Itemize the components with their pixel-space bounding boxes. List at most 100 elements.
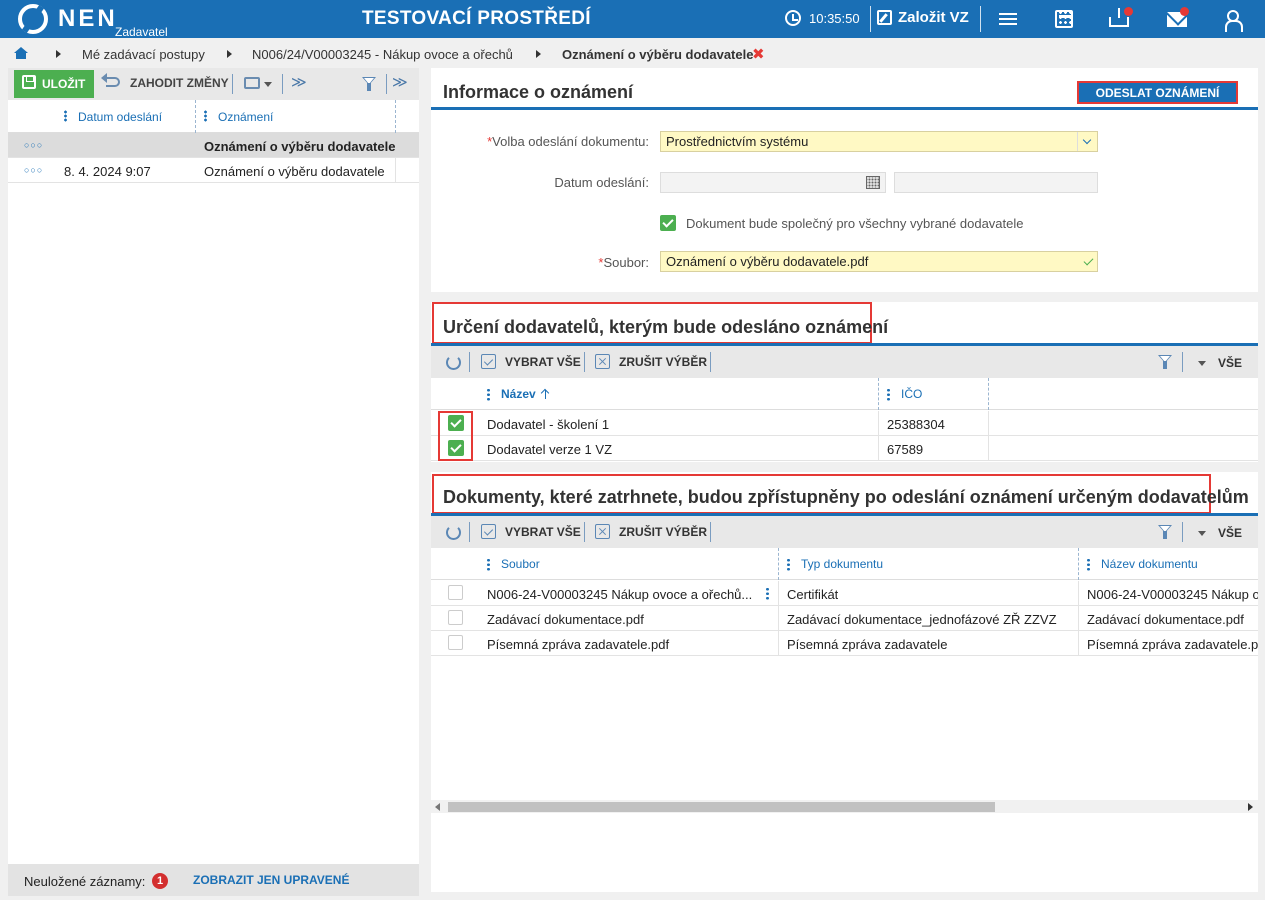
chevron-down-icon[interactable] [1077, 132, 1097, 151]
collapse-panel-icon[interactable]: ≫ [392, 73, 408, 91]
refresh-icon[interactable] [446, 355, 461, 370]
column-header-notice[interactable]: Oznámení [218, 110, 273, 124]
edit-icon [877, 10, 892, 25]
view-all-dropdown[interactable]: VŠE [1218, 356, 1242, 370]
row-menu-icon[interactable]: ○○○ [24, 165, 43, 175]
close-tab-icon[interactable]: ✖ [752, 45, 765, 63]
table-row[interactable]: Dodavatel - školení 1 25388304 [431, 411, 1258, 436]
deselect-icon [595, 354, 610, 369]
send-notice-button[interactable]: ODESLAT OZNÁMENÍ [1077, 81, 1238, 104]
create-vz-button[interactable]: Založit VZ [877, 9, 969, 26]
inbox-tray-icon[interactable] [1109, 17, 1129, 27]
list-item[interactable]: ○○○ Oznámení o výběru dodavatele [8, 133, 419, 158]
column-menu-icon[interactable] [487, 388, 490, 401]
column-divider[interactable] [778, 548, 779, 580]
column-header-ico[interactable]: IČO [901, 387, 922, 401]
more-actions-icon[interactable]: ≫ [291, 73, 307, 91]
table-row[interactable]: N006-24-V00003245 Nákup ovoce a ořechů..… [431, 581, 1258, 606]
menu-icon[interactable] [999, 10, 1019, 30]
logo-mark-icon [18, 4, 48, 34]
column-header-file[interactable]: Soubor [501, 557, 540, 571]
table-row[interactable]: Zadávací dokumentace.pdf Zadávací dokume… [431, 606, 1258, 631]
column-header-name[interactable]: Název [501, 387, 536, 401]
send-method-select[interactable]: Prostřednictvím systému [660, 131, 1098, 152]
notification-dot [1124, 7, 1133, 16]
column-menu-icon[interactable] [204, 110, 207, 122]
deselect-button[interactable]: ZRUŠIT VÝBĚR [619, 525, 707, 539]
logo-text: NEN [58, 5, 118, 32]
refresh-icon[interactable] [446, 525, 461, 540]
section-title: Informace o oznámení [443, 82, 634, 102]
toolbar-separator [469, 352, 470, 372]
horizontal-scrollbar[interactable] [431, 800, 1258, 813]
column-divider[interactable] [395, 100, 396, 133]
header-divider [870, 6, 871, 32]
list-item[interactable]: ○○○ 8. 4. 2024 9:07 Oznámení o výběru do… [8, 158, 419, 183]
column-menu-icon[interactable] [787, 558, 790, 571]
column-divider[interactable] [195, 100, 196, 133]
file-value: Oznámení o výběru dodavatele.pdf [666, 254, 869, 269]
toolbar-separator [1182, 352, 1183, 372]
column-header-doc-type[interactable]: Typ dokumentu [801, 557, 883, 571]
show-edited-link[interactable]: ZOBRAZIT JEN UPRAVENÉ [193, 873, 349, 887]
mail-notification-dot [1180, 7, 1189, 16]
column-menu-icon[interactable] [487, 558, 490, 571]
column-header-date[interactable]: Datum odeslání [78, 110, 162, 124]
scroll-left-icon[interactable] [435, 803, 440, 811]
file-field[interactable]: Oznámení o výběru dodavatele.pdf [660, 251, 1098, 272]
view-dropdown-caret-icon[interactable] [1198, 531, 1206, 536]
scrollbar-thumb[interactable] [448, 802, 995, 812]
nen-logo[interactable]: NEN [18, 4, 118, 34]
calculator-icon[interactable] [1055, 10, 1073, 28]
breadcrumb-item[interactable]: N006/24/V00003245 - Nákup ovoce a ořechů [252, 47, 513, 62]
column-divider[interactable] [1078, 548, 1079, 580]
column-divider[interactable] [878, 378, 879, 410]
print-dropdown-caret-icon[interactable] [264, 82, 272, 87]
grid-divider [878, 411, 879, 461]
breadcrumb-item[interactable]: Mé zadávací postupy [82, 47, 205, 62]
row-checkbox[interactable] [448, 635, 463, 650]
filter-icon[interactable] [1158, 525, 1172, 539]
valid-check-icon [1083, 255, 1094, 266]
save-label: ULOŽIT [42, 77, 86, 91]
view-all-dropdown[interactable]: VŠE [1218, 526, 1242, 540]
filter-icon[interactable] [362, 77, 376, 91]
row-checkbox[interactable] [448, 610, 463, 625]
select-all-button[interactable]: VYBRAT VŠE [505, 355, 581, 369]
select-all-icon [481, 354, 496, 369]
column-menu-icon[interactable] [887, 388, 890, 401]
document-name: Zadávací dokumentace.pdf [1087, 612, 1244, 627]
table-row[interactable]: Dodavatel verze 1 VZ 67589 [431, 436, 1258, 461]
row-checkbox[interactable] [448, 585, 463, 600]
unsaved-count-badge: 1 [152, 873, 168, 889]
send-method-label-text: Volba odeslání dokumentu: [492, 134, 649, 149]
row-menu-icon[interactable] [766, 587, 769, 600]
notice-info-panel: Informace o oznámení ODESLAT OZNÁMENÍ *V… [431, 68, 1258, 292]
sort-ascending-icon[interactable] [545, 390, 546, 399]
deselect-button[interactable]: ZRUŠIT VÝBĚR [619, 355, 707, 369]
column-menu-icon[interactable] [1087, 558, 1090, 571]
scroll-right-icon[interactable] [1248, 803, 1253, 811]
filter-icon[interactable] [1158, 355, 1172, 369]
document-type: Písemná zpráva zadavatele [787, 637, 948, 652]
print-icon[interactable] [244, 77, 260, 89]
row-menu-icon[interactable]: ○○○ [24, 140, 43, 150]
supplier-name: Dodavatel - školení 1 [487, 417, 610, 432]
table-row[interactable]: Písemná zpráva zadavatele.pdf Písemná zp… [431, 631, 1258, 656]
column-menu-icon[interactable] [64, 110, 67, 122]
notice-list-panel: ULOŽIT ZAHODIT ZMĚNY ≫ ≫ Datum odeslání … [8, 68, 419, 896]
column-header-doc-name[interactable]: Název dokumentu [1101, 557, 1198, 571]
discard-changes-button[interactable]: ZAHODIT ZMĚNY [130, 76, 229, 90]
shared-document-checkbox[interactable] [660, 215, 676, 231]
home-icon[interactable] [14, 47, 28, 60]
user-icon[interactable] [1225, 10, 1243, 32]
download-arrow-icon [1118, 8, 1120, 18]
view-dropdown-caret-icon[interactable] [1198, 361, 1206, 366]
grid-divider [1078, 581, 1079, 656]
select-all-button[interactable]: VYBRAT VŠE [505, 525, 581, 539]
documents-panel: Dokumenty, které zatrhnete, budou zpříst… [431, 472, 1258, 892]
save-button[interactable]: ULOŽIT [14, 70, 94, 98]
toolbar-separator [710, 352, 711, 372]
breadcrumb-separator-icon [227, 50, 232, 58]
column-divider[interactable] [988, 378, 989, 410]
